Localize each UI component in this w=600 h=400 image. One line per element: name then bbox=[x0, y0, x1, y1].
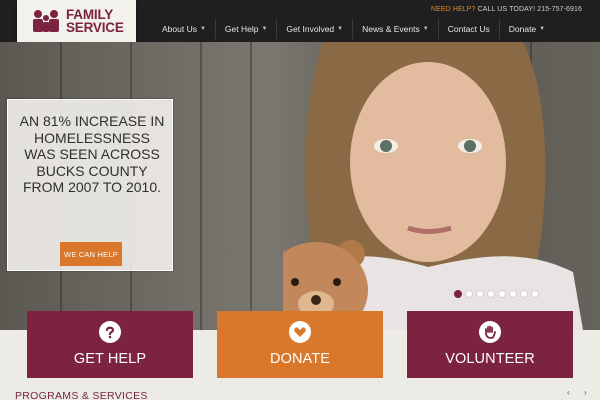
logo[interactable]: FAMILY SERVICE bbox=[17, 0, 136, 42]
nav-item-donate[interactable]: Donate ▼ bbox=[498, 19, 554, 39]
slider-dot[interactable] bbox=[454, 290, 462, 298]
hero-message: AN 81% INCREASE IN HOMELESSNESS WAS SEEN… bbox=[19, 113, 165, 195]
site-header: FAMILY SERVICE NEED HELP? CALL US TODAY!… bbox=[0, 0, 600, 42]
heart-icon bbox=[289, 321, 311, 343]
get-help-label: GET HELP bbox=[73, 351, 147, 367]
logo-text: FAMILY SERVICE bbox=[66, 7, 124, 35]
caret-down-icon: ▼ bbox=[539, 26, 546, 32]
nav-item-get-involved[interactable]: Get Involved ▼ bbox=[276, 19, 352, 39]
wood-plank bbox=[200, 42, 202, 330]
carousel-next-icon[interactable]: › bbox=[584, 388, 587, 397]
slider-dot[interactable] bbox=[509, 290, 517, 298]
nav-item-contact-us[interactable]: Contact Us bbox=[437, 19, 499, 39]
get-help-tile[interactable]: GET HELP bbox=[27, 311, 193, 378]
slider-dots bbox=[454, 290, 539, 298]
hero-slider[interactable]: AN 81% INCREASE IN HOMELESSNESS WAS SEEN… bbox=[0, 42, 600, 330]
caret-down-icon: ▼ bbox=[337, 26, 344, 32]
nav-item-about-us[interactable]: About Us ▼ bbox=[153, 19, 215, 39]
call-number[interactable]: CALL US TODAY! 215-757-6916 bbox=[478, 6, 582, 13]
hero-photo-girl bbox=[283, 42, 583, 330]
hand-icon bbox=[479, 321, 501, 343]
slider-dot[interactable] bbox=[476, 290, 484, 298]
hero-callout: AN 81% INCREASE IN HOMELESSNESS WAS SEEN… bbox=[7, 99, 173, 271]
slider-dot[interactable] bbox=[520, 290, 528, 298]
programs-heading: PROGRAMS & SERVICES bbox=[15, 390, 148, 400]
caret-down-icon: ▼ bbox=[199, 26, 206, 32]
caret-down-icon: ▼ bbox=[261, 26, 268, 32]
donate-label: DONATE bbox=[270, 351, 330, 367]
caret-down-icon: ▼ bbox=[422, 26, 429, 32]
we-can-help-button[interactable]: WE CAN HELP bbox=[60, 242, 122, 266]
volunteer-tile[interactable]: VOLUNTEER bbox=[407, 311, 573, 378]
slider-dot[interactable] bbox=[487, 290, 495, 298]
help-line: NEED HELP? CALL US TODAY! 215-757-6916 bbox=[431, 6, 582, 13]
main-nav: About Us ▼ Get Help ▼ Get Involved ▼ News &… bbox=[153, 19, 554, 39]
donate-tile[interactable]: DONATE bbox=[217, 311, 383, 378]
question-icon bbox=[99, 321, 121, 343]
wood-plank bbox=[250, 42, 252, 330]
slider-dot[interactable] bbox=[531, 290, 539, 298]
slider-dot[interactable] bbox=[465, 290, 473, 298]
nav-item-news-events[interactable]: News & Events ▼ bbox=[352, 19, 438, 39]
need-help-label: NEED HELP? bbox=[430, 6, 476, 13]
slider-dot[interactable] bbox=[498, 290, 506, 298]
volunteer-label: VOLUNTEER bbox=[445, 351, 535, 367]
carousel-prev-icon[interactable]: ‹ bbox=[567, 388, 570, 397]
nav-item-get-help[interactable]: Get Help ▼ bbox=[214, 19, 277, 39]
family-logo-icon bbox=[31, 9, 61, 33]
